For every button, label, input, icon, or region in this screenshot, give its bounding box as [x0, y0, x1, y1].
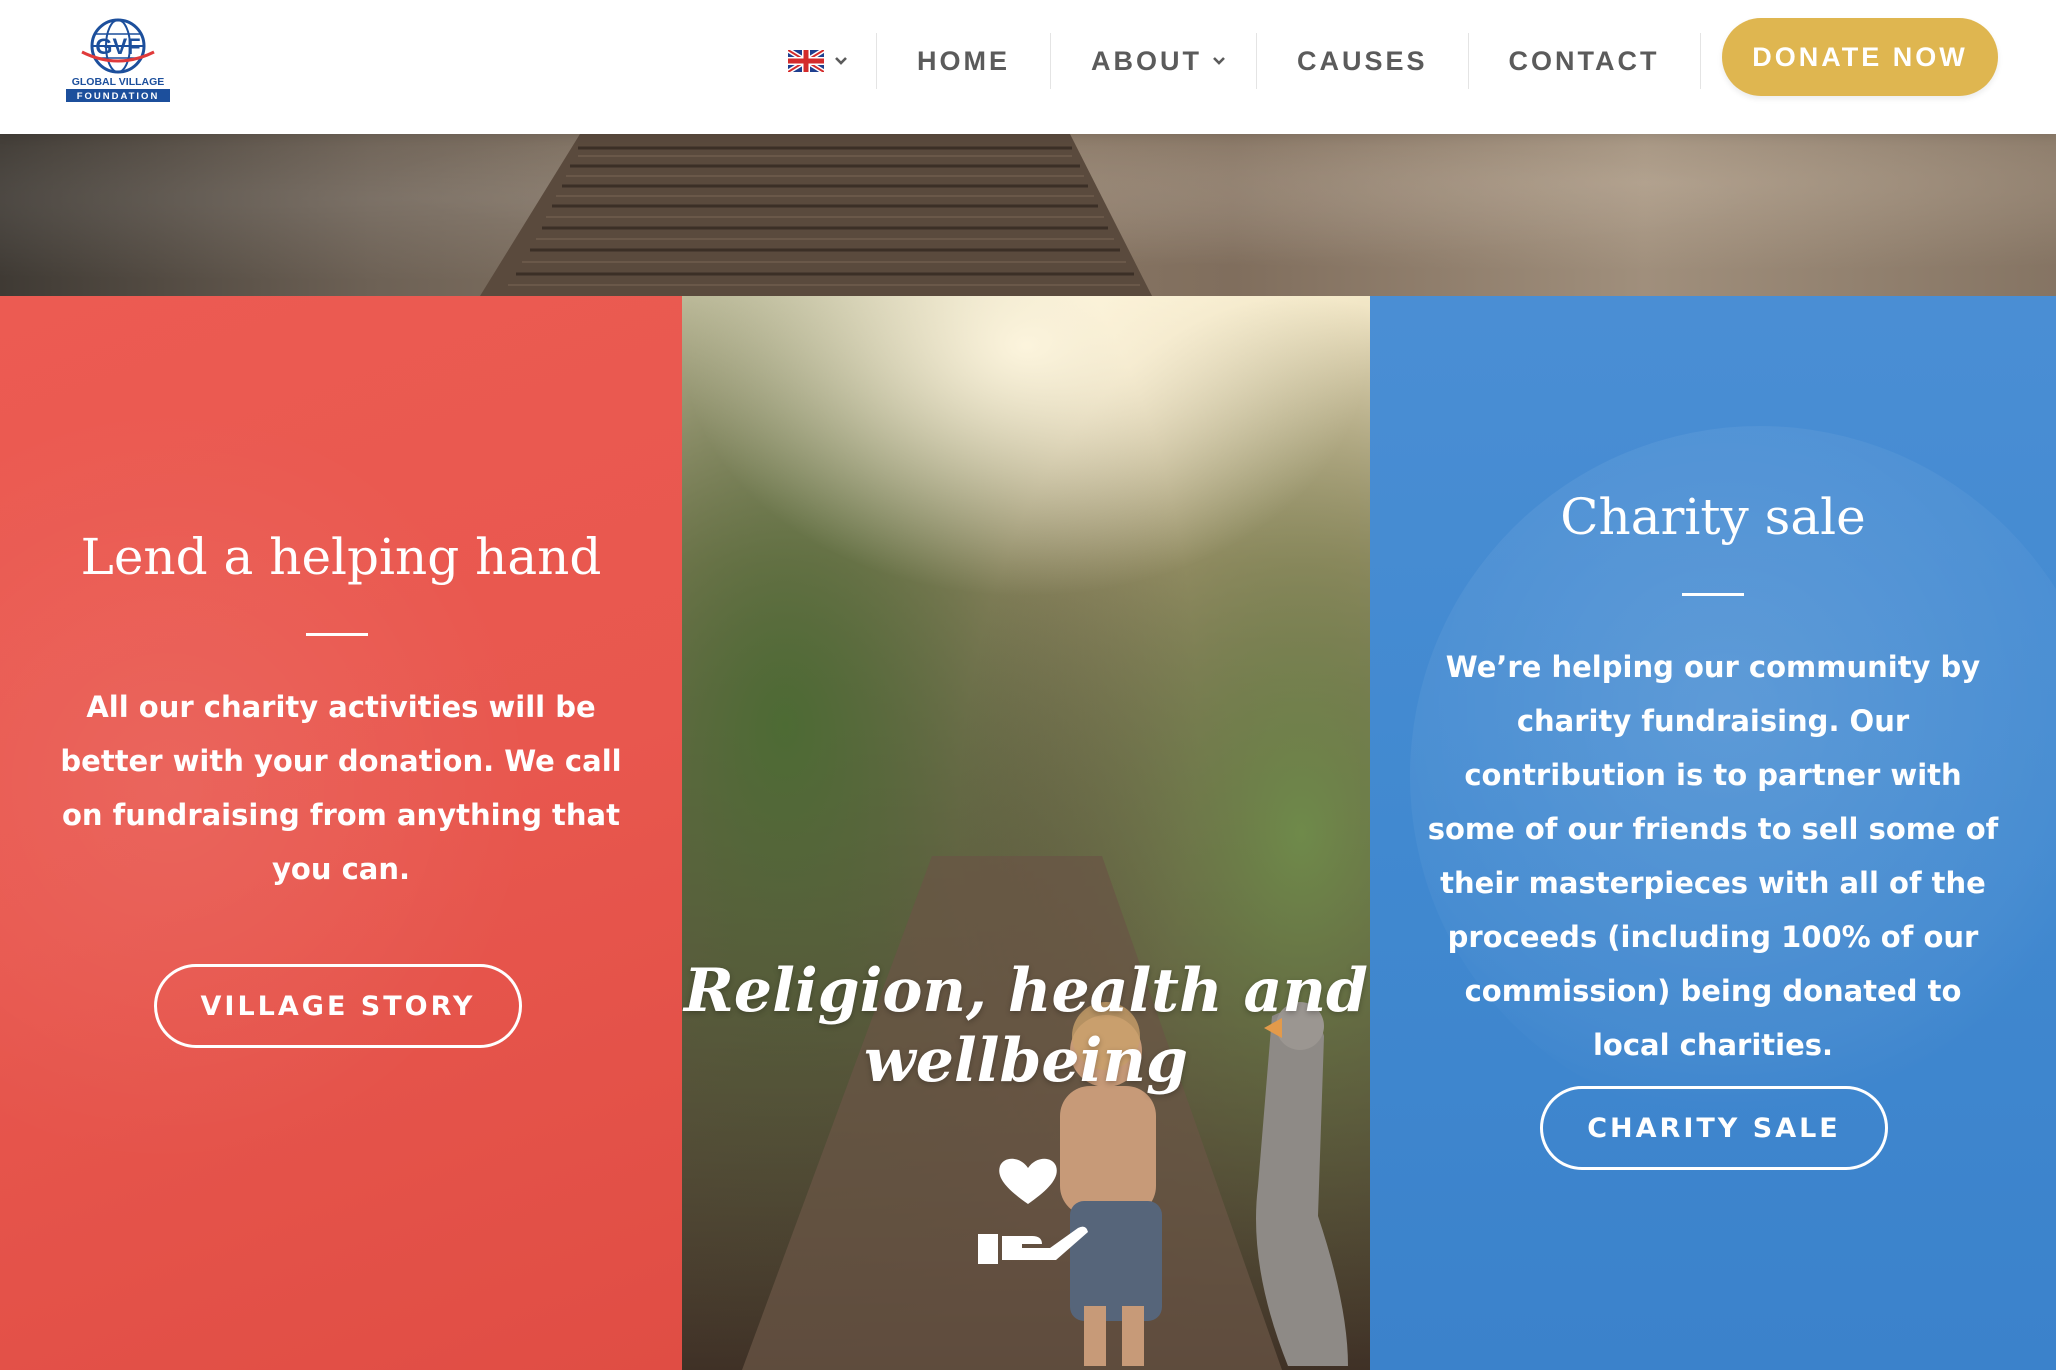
panel-description: We’re helping our community by charity f…	[1427, 650, 1999, 1062]
wellbeing-panel[interactable]: Religion, health and wellbeing	[682, 296, 1370, 1370]
logo-text-top: GLOBAL VILLAGE	[72, 76, 165, 88]
helping-hand-panel: Lend a helping hand All our charity acti…	[0, 296, 682, 1370]
nav-home[interactable]: HOME	[877, 46, 1050, 77]
panel-description: All our charity activities will be bette…	[60, 690, 622, 886]
language-selector[interactable]	[770, 50, 876, 72]
nav-about-label: ABOUT	[1091, 45, 1202, 76]
hero-image	[0, 134, 2056, 296]
charity-sale-button[interactable]: CHARITY SALE	[1540, 1086, 1888, 1170]
chevron-down-icon	[1213, 57, 1225, 65]
title-divider	[1682, 593, 1744, 596]
wellbeing-title: Religion, health and wellbeing	[682, 956, 1370, 1096]
nav-about[interactable]: ABOUT	[1051, 46, 1256, 77]
wellbeing-title-line1: Religion, health and	[684, 956, 1368, 1026]
nav-causes[interactable]: CAUSES	[1257, 46, 1468, 77]
donate-now-button[interactable]: DONATE NOW	[1722, 18, 1998, 96]
logo-icon: GVF GLOBAL VILLAGE FOUNDATION	[66, 18, 170, 102]
logo-text-bottom: FOUNDATION	[77, 91, 160, 102]
nav-divider	[1699, 33, 1701, 89]
chevron-down-icon	[835, 57, 847, 65]
wellbeing-title-line2: wellbeing	[864, 1026, 1188, 1096]
heart-hand-icon	[978, 1158, 1088, 1264]
logo-mark: GVF	[95, 34, 140, 59]
site-header: GVF GLOBAL VILLAGE FOUNDATION HOME ABOUT…	[0, 0, 2056, 134]
village-story-button[interactable]: VILLAGE STORY	[154, 964, 522, 1048]
charity-sale-panel: Charity sale We’re helping our community…	[1370, 296, 2056, 1370]
wooden-dock-image	[480, 134, 1152, 296]
panel-title: Charity sale	[1560, 488, 1866, 546]
nav-contact[interactable]: CONTACT	[1469, 46, 1700, 77]
main-nav: HOME ABOUT CAUSES CONTACT	[770, 0, 1701, 122]
logo[interactable]: GVF GLOBAL VILLAGE FOUNDATION	[62, 14, 174, 106]
title-divider	[306, 633, 368, 636]
uk-flag-icon	[788, 50, 824, 72]
panel-title: Lend a helping hand	[80, 528, 602, 586]
